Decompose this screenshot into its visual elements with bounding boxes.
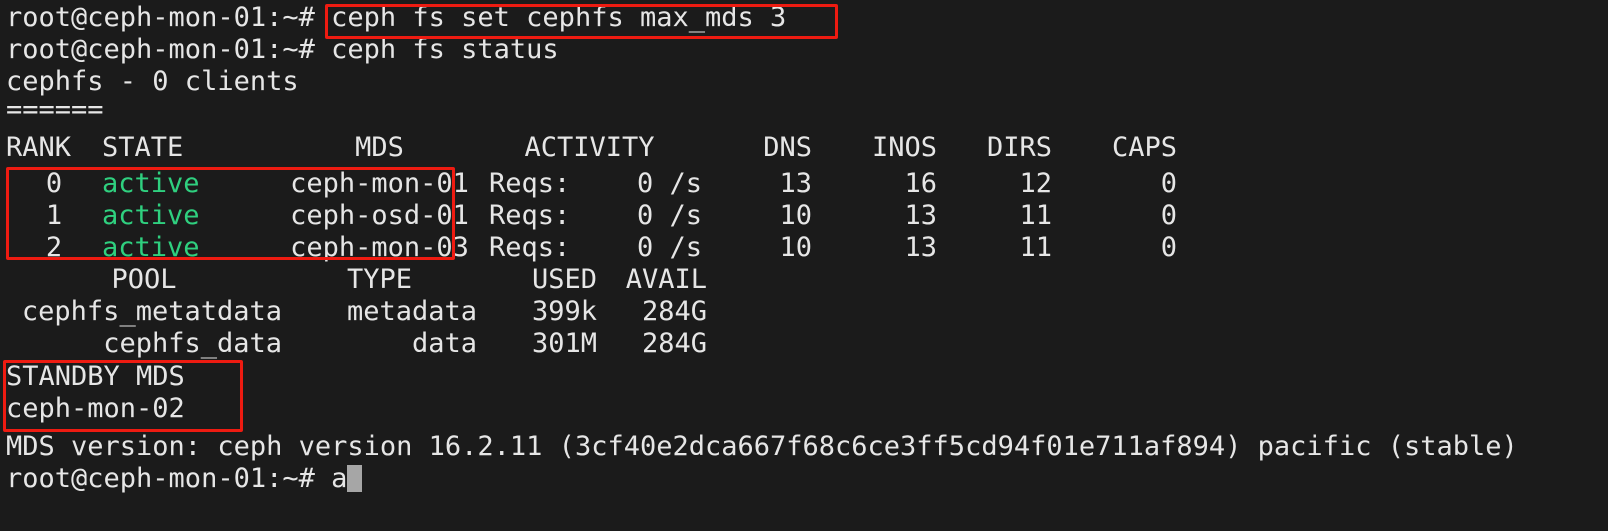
table-row: cephfs_data data 301M 284G — [6, 328, 707, 360]
col-header-caps: CAPS — [1111, 132, 1177, 163]
cell-dirs: 12 — [1019, 168, 1052, 199]
terminal-line-command-1: root@ceph-mon-01:~# ceph fs set cephfs m… — [6, 2, 786, 34]
command-set-max-mds: ceph fs set cephfs max_mds 3 — [331, 2, 787, 33]
col-header-type: TYPE — [346, 264, 413, 295]
standby-mds-header: STANDBY MDS — [6, 361, 185, 392]
cell-pool-name: cephfs_data — [103, 328, 282, 359]
cell-pool-type: data — [411, 328, 477, 359]
terminal-line-command-2: root@ceph-mon-01:~# ceph fs status — [6, 34, 559, 66]
mds-version-line: MDS version: ceph version 16.2.11 (3cf40… — [6, 431, 1518, 462]
shell-prompt: root@ceph-mon-01:~# — [6, 34, 332, 65]
cell-mds: ceph-mon-01 — [290, 168, 469, 199]
cell-activity-label: Reqs: — [489, 232, 571, 263]
table-row: 1 active ceph-osd-01 Reqs: 0 /s 10 13 11 0 — [6, 200, 1177, 232]
cell-activity-label: Reqs: — [489, 168, 571, 199]
cell-pool-name: cephfs_metatdata — [21, 296, 282, 327]
shell-prompt: root@ceph-mon-01:~# a — [6, 463, 348, 494]
col-header-rank: RANK — [6, 132, 72, 163]
cell-activity-value: 0 /s — [636, 200, 702, 231]
shell-prompt: root@ceph-mon-01:~# — [6, 2, 332, 33]
fs-name-underline: ====== — [6, 94, 104, 125]
table-row: 0 active ceph-mon-01 Reqs: 0 /s 13 16 12 0 — [6, 168, 1177, 200]
col-header-inos: INOS — [871, 132, 937, 163]
cell-pool-used: 399k — [531, 296, 597, 327]
cell-mds: ceph-osd-01 — [290, 200, 469, 231]
col-header-dirs: DIRS — [986, 132, 1052, 163]
mds-table-header: RANK STATE MDS ACTIVITY DNS INOS DIRS CAPS — [6, 132, 1177, 164]
cell-state: active — [102, 200, 200, 231]
cell-caps: 0 — [1160, 168, 1177, 199]
cell-dns: 10 — [779, 200, 812, 231]
cell-dirs: 11 — [1019, 232, 1052, 263]
cell-rank: 2 — [45, 232, 63, 263]
terminal-line-active-prompt[interactable]: root@ceph-mon-01:~# a — [6, 463, 363, 495]
cell-mds: ceph-mon-03 — [290, 232, 469, 263]
cell-pool-type: metadata — [346, 296, 477, 327]
table-row: cephfs_metatdata metadata 399k 284G — [6, 296, 707, 328]
cell-pool-avail: 284G — [641, 328, 707, 359]
cell-rank: 0 — [45, 168, 63, 199]
col-header-mds: MDS — [355, 132, 404, 163]
col-header-avail: AVAIL — [625, 264, 707, 295]
col-header-state: STATE — [102, 132, 184, 163]
cell-dns: 13 — [779, 168, 812, 199]
cell-activity-label: Reqs: — [489, 200, 571, 231]
col-header-used: USED — [531, 264, 597, 295]
cell-inos: 13 — [904, 232, 937, 263]
cell-rank: 1 — [45, 200, 63, 231]
terminal-window[interactable]: root@ceph-mon-01:~# ceph fs set cephfs m… — [0, 0, 1608, 531]
cell-caps: 0 — [1160, 232, 1177, 263]
cell-activity-value: 0 /s — [636, 232, 702, 263]
col-header-activity: ACTIVITY — [524, 132, 655, 163]
cell-inos: 16 — [904, 168, 937, 199]
col-header-dns: DNS — [763, 132, 812, 163]
col-header-pool: POOL — [111, 264, 177, 295]
cell-caps: 0 — [1160, 200, 1177, 231]
cell-pool-avail: 284G — [641, 296, 707, 327]
standby-mds-name: ceph-mon-02 — [6, 393, 185, 424]
table-row: 2 active ceph-mon-03 Reqs: 0 /s 10 13 11 0 — [6, 232, 1177, 264]
cell-activity-value: 0 /s — [636, 168, 702, 199]
cell-state: active — [102, 232, 200, 263]
cell-dns: 10 — [779, 232, 812, 263]
cell-inos: 13 — [904, 200, 937, 231]
cell-dirs: 11 — [1019, 200, 1052, 231]
pool-table-header: POOL TYPE USED AVAIL — [6, 264, 707, 296]
text-cursor — [347, 465, 363, 492]
command-fs-status: ceph fs status — [331, 34, 559, 65]
cell-state: active — [102, 168, 200, 199]
cell-pool-used: 301M — [531, 328, 597, 359]
